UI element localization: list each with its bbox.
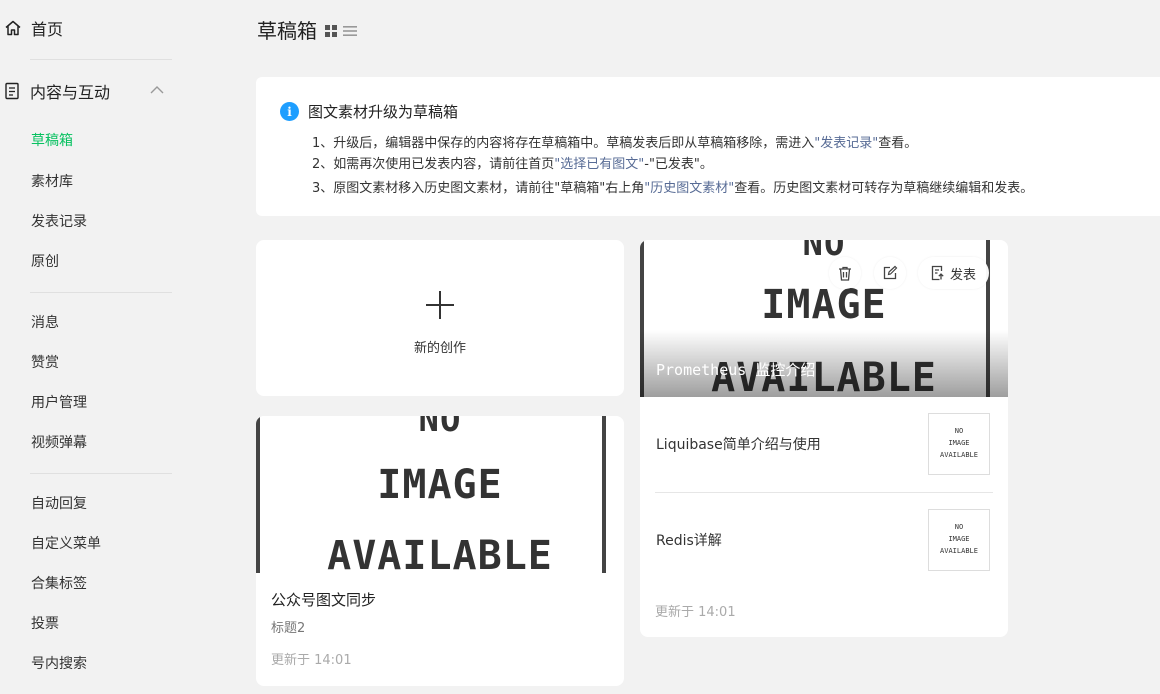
draft-updated-time: 更新于 14:01 (271, 653, 352, 668)
sidebar-divider (30, 59, 172, 60)
notice-line-3: 3、原图文素材移入历史图文素材，请前往"草稿箱"右上角"历史图文素材"查看。历史… (312, 177, 1033, 196)
sub-article-title: Redis详解 (656, 533, 722, 549)
notice-line-1: 1、升级后，编辑器中保存的内容将存在草稿箱中。草稿发表后即从草稿箱移除，需进入"… (312, 132, 917, 151)
notice-text: 查看。 (878, 136, 918, 151)
cover-image-placeholder: NO IMAGE AVAILABLE (256, 416, 624, 573)
trash-icon (839, 266, 851, 281)
publish-label: 发表 (949, 267, 976, 283)
sidebar-item-collections[interactable]: 合集标签 (31, 574, 87, 594)
sidebar-item-auto-reply[interactable]: 自动回复 (31, 494, 87, 514)
notice-text: 3、原图文素材移入历史图文素材，请前往"草稿箱"右上角 (312, 181, 645, 196)
select-existing-link[interactable]: "选择已有图文" (554, 157, 644, 172)
placeholder-text: IMAGE (948, 535, 970, 543)
notice-text: 1、升级后，编辑器中保存的内容将存在草稿箱中。草稿发表后即从草稿箱移除，需进入 (312, 136, 815, 151)
sub-article-row[interactable]: Liquibase简单介绍与使用 NO IMAGE AVAILABLE (655, 397, 993, 493)
notice-text: -"已发表"。 (644, 157, 713, 172)
sidebar-divider (30, 473, 172, 474)
notice-text: 查看。历史图文素材可转存为草稿继续编辑和发表。 (734, 181, 1034, 196)
edit-button[interactable] (874, 257, 906, 289)
notice-text: 2、如需再次使用已发表内容，请前往首页 (312, 157, 555, 172)
sidebar-divider (30, 292, 172, 293)
nav-group-label: 内容与互动 (30, 83, 111, 102)
notice-title: 图文素材升级为草稿箱 (308, 103, 459, 121)
placeholder-text: AVAILABLE (940, 451, 978, 459)
thumbnail-placeholder: NO IMAGE AVAILABLE (928, 413, 990, 475)
sidebar-item-messages[interactable]: 消息 (31, 313, 59, 333)
publish-history-link[interactable]: "发表记录" (814, 136, 878, 151)
sub-article-row[interactable]: Redis详解 NO IMAGE AVAILABLE (655, 493, 993, 589)
publish-button[interactable]: 发表 (918, 257, 989, 289)
sidebar-item-drafts[interactable]: 草稿箱 (31, 131, 73, 151)
sidebar: 首页 内容与互动 草稿箱 素材库 发表记录 原创 消息 赞赏 用户管理 视频弹幕… (0, 0, 190, 694)
page-title-bar: 草稿箱 (257, 15, 363, 44)
placeholder-text: NO (954, 523, 964, 531)
new-creation-card[interactable]: 新的创作 (256, 240, 624, 396)
notice-header: i 图文素材升级为草稿箱 (280, 101, 458, 122)
sidebar-item-custom-menu[interactable]: 自定义菜单 (31, 534, 101, 554)
sidebar-item-publish-history[interactable]: 发表记录 (31, 212, 87, 232)
placeholder-text: AVAILABLE (327, 533, 553, 573)
delete-button[interactable] (829, 257, 861, 289)
nav-home-label: 首页 (31, 20, 64, 39)
draft-title: 公众号图文同步 (271, 591, 377, 609)
placeholder-text: NO (954, 427, 964, 435)
sidebar-item-rewards[interactable]: 赞赏 (31, 353, 59, 373)
notice-line-2: 2、如需再次使用已发表内容，请前往首页"选择已有图文"-"已发表"。 (312, 153, 713, 172)
draft-updated-time: 更新于 14:01 (655, 605, 736, 620)
draft-subtitle: 标题2 (271, 621, 306, 636)
page-title: 草稿箱 (257, 19, 317, 43)
draft-card[interactable]: NO IMAGE AVAILABLE 公众号图文同步 标题2 更新于 14:01 (256, 416, 624, 686)
placeholder-text: AVAILABLE (940, 547, 978, 555)
nav-home[interactable]: 首页 (4, 16, 63, 40)
document-icon (5, 82, 19, 100)
thumbnail-placeholder: NO IMAGE AVAILABLE (928, 509, 990, 571)
upgrade-notice: i 图文素材升级为草稿箱 1、升级后，编辑器中保存的内容将存在草稿箱中。草稿发表… (256, 77, 1160, 216)
sidebar-item-votes[interactable]: 投票 (31, 614, 59, 634)
home-icon (5, 20, 21, 36)
nav-group-content[interactable]: 内容与互动 (4, 79, 168, 103)
plus-icon (426, 291, 454, 319)
draft-card-multi[interactable]: NO IMAGE AVAILABLE Prometheus 监控介绍 发表 Li… (640, 240, 1008, 637)
placeholder-text: NO (418, 416, 462, 440)
sidebar-item-original[interactable]: 原创 (31, 252, 59, 272)
placeholder-text: IMAGE (377, 462, 503, 508)
sidebar-item-danmaku[interactable]: 视频弹幕 (31, 433, 87, 453)
placeholder-text: IMAGE (948, 439, 970, 447)
edit-icon (883, 265, 898, 280)
sidebar-item-search[interactable]: 号内搜索 (31, 654, 87, 674)
grid-view-icon[interactable] (325, 18, 337, 42)
cover-article-title: Prometheus 监控介绍 (656, 361, 816, 379)
chevron-up-icon[interactable] (150, 85, 164, 94)
sidebar-item-users[interactable]: 用户管理 (31, 393, 87, 413)
list-view-icon[interactable] (343, 18, 357, 42)
publish-icon (931, 265, 944, 281)
history-material-link[interactable]: "历史图文素材" (644, 181, 734, 196)
info-icon: i (280, 102, 299, 121)
sidebar-item-library[interactable]: 素材库 (31, 172, 73, 192)
new-creation-label: 新的创作 (413, 341, 466, 356)
sub-article-title: Liquibase简单介绍与使用 (656, 437, 821, 453)
